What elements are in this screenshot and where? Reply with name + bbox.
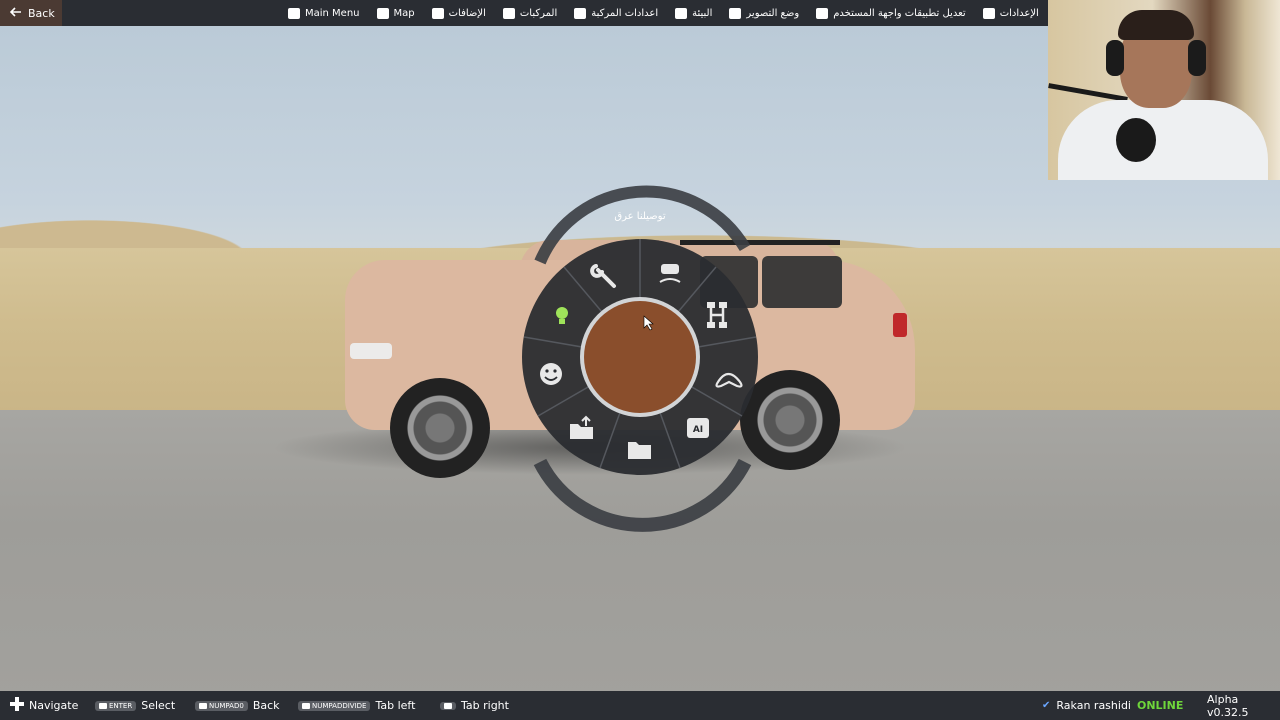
keyboard-icon <box>444 702 452 709</box>
nav-label: Map <box>393 7 415 19</box>
sliders-icon <box>982 7 995 19</box>
arrow-left-icon <box>9 6 22 20</box>
car-icon <box>502 7 515 19</box>
hint-select: ENTER Select <box>95 691 175 720</box>
ui-apps-icon <box>816 7 829 19</box>
user-name: Rakan rashidi <box>1056 699 1131 712</box>
rear-wheel <box>740 370 840 470</box>
weather-icon <box>675 7 688 19</box>
nav-label: وضع التصوير <box>746 7 800 19</box>
dpad-icon <box>10 697 24 714</box>
streamer-hair <box>1118 10 1194 40</box>
nav-label: المركبات <box>519 7 558 19</box>
nav-vehicle-config[interactable]: اعدادات المركبة <box>574 7 659 19</box>
webcam-overlay <box>1048 0 1280 180</box>
hint-tab-right: Tab right <box>440 691 509 720</box>
back-button[interactable]: Back <box>0 0 62 26</box>
headlight <box>350 343 392 359</box>
nav-photo-mode[interactable]: وضع التصوير <box>729 7 800 19</box>
keyboard-icon <box>199 702 207 709</box>
nav-mods[interactable]: الإضافات <box>431 7 486 19</box>
hint-label: Tab left <box>375 699 416 712</box>
nav-label: الإضافات <box>448 7 486 19</box>
nav-environment[interactable]: البيئة <box>675 7 713 19</box>
grid-icon <box>288 7 300 19</box>
hint-navigate: Navigate <box>10 691 78 720</box>
hint-label: Navigate <box>29 699 79 712</box>
car-window <box>762 256 842 308</box>
key-label: NUMPADDIVIDE <box>312 701 367 710</box>
online-status: ONLINE <box>1136 699 1184 712</box>
headphone <box>1106 40 1124 76</box>
hint-tab-left: NUMPADDIVIDE Tab left <box>298 691 415 720</box>
hint-label: Back <box>252 699 280 712</box>
key-badge: NUMPADDIVIDE <box>298 700 371 711</box>
hint-back: NUMPAD0 Back <box>195 691 280 720</box>
nav-label: البيئة <box>692 7 713 19</box>
streamer-shirt <box>1058 100 1268 180</box>
keyboard-icon <box>99 702 107 709</box>
engine-icon <box>574 7 587 19</box>
roof-rack <box>680 240 840 245</box>
nav-vehicles[interactable]: المركبات <box>502 7 558 19</box>
nav-label: اعدادات المركبة <box>591 7 659 19</box>
key-label: NUMPAD0 <box>209 701 244 710</box>
nav-label: Main Menu <box>305 7 360 19</box>
hint-label: Tab right <box>461 699 509 712</box>
car-window <box>700 256 758 308</box>
keyboard-icon <box>302 702 310 709</box>
top-nav: Main Menu Map الإضافات المركبات اعدادات … <box>288 0 1039 26</box>
hint-label: Select <box>141 699 176 712</box>
key-badge <box>440 701 456 710</box>
key-badge: ENTER <box>95 700 137 711</box>
back-label: Back <box>28 6 55 20</box>
nav-label: الإعدادات <box>999 7 1039 19</box>
taillight <box>893 313 907 337</box>
headphone <box>1188 40 1206 76</box>
map-icon <box>376 7 389 19</box>
microphone <box>1116 118 1156 162</box>
user-status: ✔ Rakan rashidi ONLINE <box>1042 691 1183 720</box>
top-menu-bar: Back Main Menu Map الإضافات المركبات اعد… <box>0 0 1048 26</box>
front-wheel <box>390 378 490 478</box>
version-label: Alpha v0.32.5 <box>1207 692 1249 719</box>
nav-label: تعديل تطبيقات واجهة المستخدم <box>833 7 966 19</box>
key-badge: NUMPAD0 <box>195 700 248 711</box>
nav-map[interactable]: Map <box>376 7 415 19</box>
nav-main-menu[interactable]: Main Menu <box>288 7 360 19</box>
bottom-hint-bar: Navigate ENTER Select NUMPAD0 Back NUMPA… <box>0 691 1280 720</box>
check-icon: ✔ <box>1042 700 1051 711</box>
puzzle-icon <box>431 7 444 19</box>
camera-icon <box>729 7 742 19</box>
nav-settings[interactable]: الإعدادات <box>982 7 1039 19</box>
nav-ui-apps[interactable]: تعديل تطبيقات واجهة المستخدم <box>816 7 966 19</box>
key-label: ENTER <box>109 701 133 710</box>
